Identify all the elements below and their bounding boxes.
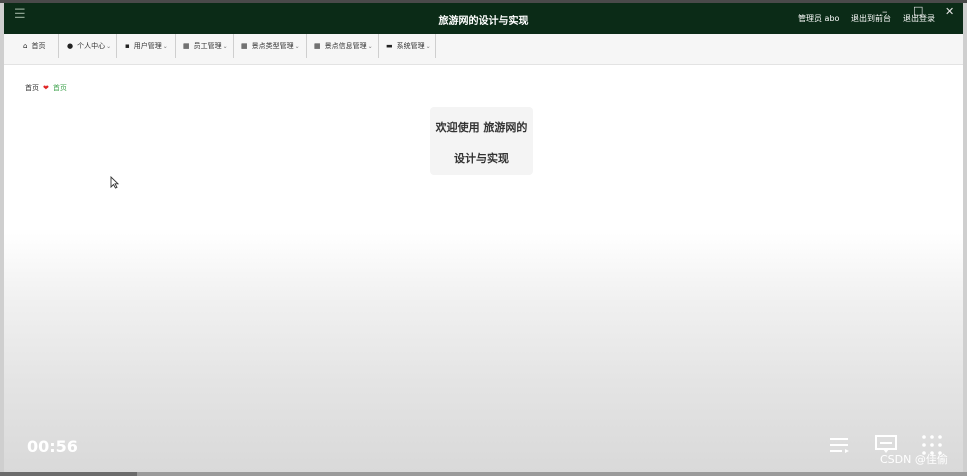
- nav-item-system-management[interactable]: ▬ 系统管理⌄: [382, 34, 436, 58]
- nav-item-attraction-type-management[interactable]: ▦ 景点类型管理⌄: [237, 34, 307, 58]
- briefcase-icon: ▬: [386, 42, 393, 50]
- chevron-down-icon: ⌄: [294, 43, 300, 50]
- welcome-text-line-2: 设计与实现: [454, 152, 509, 165]
- playlist-icon[interactable]: [828, 433, 852, 457]
- home-icon: ⌂: [23, 42, 28, 50]
- admin-page: ☰ 旅游网的设计与实现 管理员 abo 退出到前台 退出登录 – □ ✕ ⌂ 首页…: [4, 3, 963, 472]
- nav-item-personal-center[interactable]: ● 个人中心⌄: [63, 34, 117, 58]
- grid-icon: ▦: [241, 42, 248, 50]
- breadcrumb-current: 首页: [52, 84, 67, 92]
- close-icon[interactable]: ✕: [945, 5, 954, 18]
- nav-item-label: 景点信息管理: [324, 42, 367, 50]
- nav-item-label: 系统管理: [396, 42, 425, 50]
- heart-icon: ❤: [43, 84, 49, 92]
- nav-item-staff-management[interactable]: ▦ 员工管理⌄: [179, 34, 234, 58]
- chevron-down-icon: ⌄: [106, 43, 112, 50]
- admin-user-label: 管理员 abo: [798, 14, 840, 23]
- grid-icon: ▦: [183, 42, 190, 50]
- nav-item-label: 用户管理: [133, 42, 162, 50]
- maximize-icon[interactable]: □: [913, 4, 923, 17]
- chevron-down-icon: ⌄: [222, 43, 228, 50]
- nav-item-label: 个人中心: [77, 42, 106, 50]
- main-navbar: ⌂ 首页 ● 个人中心⌄ ▪ 用户管理⌄ ▦ 员工管理⌄ ▦ 景点类型管理⌄ ▦ 景点信息管…: [4, 34, 963, 65]
- video-progress-bar[interactable]: [0, 472, 967, 476]
- nav-item-label: 首页: [31, 42, 46, 50]
- chevron-down-icon: ⌄: [162, 43, 168, 50]
- nav-item-label: 员工管理: [193, 42, 222, 50]
- chevron-down-icon: ⌄: [367, 43, 373, 50]
- nav-item-home[interactable]: ⌂ 首页: [19, 34, 59, 58]
- breadcrumb: 首页 ❤ 首页: [25, 83, 67, 93]
- breadcrumb-home[interactable]: 首页: [25, 84, 39, 92]
- minimize-icon[interactable]: –: [882, 5, 888, 18]
- chevron-down-icon: ⌄: [425, 43, 431, 50]
- top-header: ☰ 旅游网的设计与实现 管理员 abo 退出到前台 退出登录 – □ ✕: [4, 3, 963, 34]
- grid-icon: ▦: [314, 42, 321, 50]
- user-icon: ●: [67, 42, 74, 50]
- nav-item-attraction-info-management[interactable]: ▦ 景点信息管理⌄: [310, 34, 379, 58]
- clipboard-icon: ▪: [125, 42, 130, 50]
- welcome-text-line-1: 欢迎使用 旅游网的: [435, 121, 528, 134]
- mouse-cursor-icon: [110, 176, 119, 189]
- nav-item-label: 景点类型管理: [251, 42, 294, 50]
- csdn-watermark: CSDN @佳偷: [880, 453, 948, 466]
- video-time: 00:56: [27, 437, 78, 456]
- progress-remaining: [137, 472, 967, 476]
- nav-item-user-management[interactable]: ▪ 用户管理⌄: [121, 34, 176, 58]
- welcome-card: 欢迎使用 旅游网的 设计与实现: [430, 107, 533, 175]
